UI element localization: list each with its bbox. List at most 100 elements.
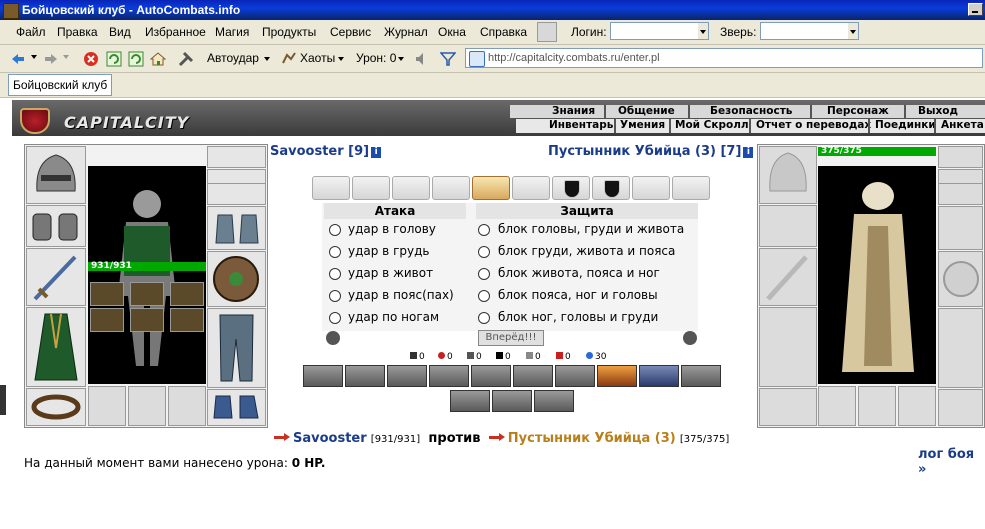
- nav-security[interactable]: Безопасность: [710, 105, 792, 118]
- shield-slot[interactable]: [938, 251, 983, 307]
- helmet-slot[interactable]: [26, 146, 86, 204]
- rune-slot-1[interactable]: [90, 282, 124, 306]
- player-portrait[interactable]: [88, 166, 206, 384]
- boots-slot[interactable]: [207, 389, 266, 426]
- scroll-slot[interactable]: [352, 176, 390, 200]
- attack-option[interactable]: удар в пояс(пах): [348, 288, 454, 302]
- bracers-slot[interactable]: [759, 205, 817, 247]
- tab-fight-club[interactable]: Бойцовский клуб: [8, 74, 113, 96]
- attack-radio-legs[interactable]: [329, 312, 341, 324]
- menu-products[interactable]: Продукты: [262, 25, 316, 39]
- rings-slot[interactable]: [938, 183, 983, 205]
- damage-button[interactable]: Урон: 0: [356, 49, 396, 67]
- nav-exit[interactable]: Выход: [918, 105, 958, 118]
- shield-slot[interactable]: [207, 251, 266, 307]
- stop-icon[interactable]: [83, 51, 99, 67]
- skill-slot[interactable]: [345, 365, 385, 387]
- nav-knowledge[interactable]: Знания: [552, 105, 595, 118]
- beast-select[interactable]: [760, 22, 859, 40]
- skill-slot[interactable]: [534, 390, 574, 412]
- shield-scroll-slot[interactable]: [552, 176, 590, 200]
- defense-option[interactable]: блок груди, живота и пояса: [498, 244, 675, 258]
- skill-slot[interactable]: [555, 365, 595, 387]
- chaos-button[interactable]: Хаоты: [300, 49, 335, 67]
- skill-slot-active[interactable]: [597, 365, 637, 387]
- helmet-slot[interactable]: [759, 146, 817, 204]
- empty-slot[interactable]: [858, 386, 896, 426]
- attack-option[interactable]: удар в живот: [348, 266, 433, 280]
- menu-windows[interactable]: Окна: [438, 25, 466, 39]
- belt-slot[interactable]: [759, 388, 817, 426]
- enemy-name-header[interactable]: Пустынник Убийца (3) [7] i: [548, 144, 754, 159]
- scroll-slot[interactable]: [392, 176, 430, 200]
- attack-radio-waist[interactable]: [329, 290, 341, 302]
- boots-slot[interactable]: [938, 389, 983, 426]
- login-select[interactable]: [610, 22, 709, 40]
- rune-slot-2[interactable]: [130, 282, 164, 306]
- chevron-down-icon[interactable]: [398, 57, 404, 61]
- scroll-slot[interactable]: [312, 176, 350, 200]
- leggings-slot[interactable]: [207, 308, 266, 388]
- skill-slot-active[interactable]: [639, 365, 679, 387]
- scroll-slot[interactable]: [432, 176, 470, 200]
- skill-slot[interactable]: [681, 365, 721, 387]
- enemy-portrait[interactable]: [818, 166, 936, 384]
- defense-radio-2[interactable]: [478, 246, 490, 258]
- menu-service[interactable]: Сервис: [330, 25, 371, 39]
- nav-duels[interactable]: Поединки: [875, 119, 936, 132]
- enemy-link[interactable]: Пустынник Убийца (3): [508, 431, 676, 446]
- empty-slot[interactable]: [88, 386, 126, 426]
- defense-radio-4[interactable]: [478, 290, 490, 302]
- leggings-slot[interactable]: [938, 308, 983, 388]
- tools-icon[interactable]: [178, 51, 194, 67]
- belt-slot[interactable]: [26, 388, 86, 426]
- filter-icon[interactable]: [440, 51, 456, 67]
- skill-slot[interactable]: [492, 390, 532, 412]
- player-name-header[interactable]: Savooster [9] i: [270, 144, 382, 159]
- rune-slot-6[interactable]: [170, 308, 204, 332]
- skill-slot[interactable]: [387, 365, 427, 387]
- autohit-button[interactable]: Автоудар: [207, 49, 259, 67]
- empty-slot[interactable]: [898, 386, 936, 426]
- skill-slot[interactable]: [303, 365, 343, 387]
- menu-favorites[interactable]: Избранное: [145, 25, 206, 39]
- rings-slot[interactable]: [207, 183, 266, 205]
- menu-file[interactable]: Файл: [16, 25, 46, 39]
- scroll-slot-active[interactable]: [472, 176, 510, 200]
- go-button[interactable]: Вперёд!!!: [478, 330, 544, 346]
- refresh-all-icon[interactable]: [128, 51, 144, 67]
- refresh-battle-icon[interactable]: [683, 331, 697, 345]
- defense-option[interactable]: блок ног, головы и груди: [498, 310, 658, 324]
- clear-choice-icon[interactable]: [326, 331, 340, 345]
- rune-slot-4[interactable]: [90, 308, 124, 332]
- menu-journal[interactable]: Журнал: [384, 25, 428, 39]
- info-icon[interactable]: i: [371, 147, 382, 158]
- menu-view[interactable]: Вид: [109, 25, 131, 39]
- shield-scroll-slot[interactable]: [592, 176, 630, 200]
- armor-slot[interactable]: [26, 307, 86, 387]
- menu-magic[interactable]: Магия: [215, 25, 249, 39]
- rune-slot-3[interactable]: [170, 282, 204, 306]
- rune-slot-5[interactable]: [130, 308, 164, 332]
- battle-log-link[interactable]: лог боя »: [918, 447, 985, 477]
- chevron-down-icon[interactable]: [31, 55, 37, 59]
- attack-radio-chest[interactable]: [329, 246, 341, 258]
- menu-edit[interactable]: Правка: [57, 25, 98, 39]
- chaos-icon[interactable]: [281, 51, 297, 67]
- chevron-down-icon[interactable]: [63, 55, 69, 59]
- gloves-slot[interactable]: [207, 206, 266, 250]
- scroll-slot[interactable]: [632, 176, 670, 200]
- defense-option[interactable]: блок головы, груди и живота: [498, 222, 684, 236]
- bookmark-icon[interactable]: [537, 22, 557, 42]
- attack-option[interactable]: удар в голову: [348, 222, 436, 236]
- defense-option[interactable]: блок пояса, ног и головы: [498, 288, 658, 302]
- address-bar[interactable]: http://capitalcity.combats.ru/enter.pl: [465, 48, 983, 68]
- skill-slot[interactable]: [429, 365, 469, 387]
- forward-icon[interactable]: [43, 51, 59, 67]
- nav-my-scroll[interactable]: Мой Скролл: [675, 119, 749, 132]
- nav-transfer-report[interactable]: Отчет о переводах: [756, 119, 871, 132]
- skill-slot[interactable]: [513, 365, 553, 387]
- nav-profile[interactable]: Анкета: [941, 119, 984, 132]
- sound-icon[interactable]: [414, 51, 430, 67]
- earrings-slot[interactable]: [207, 146, 266, 168]
